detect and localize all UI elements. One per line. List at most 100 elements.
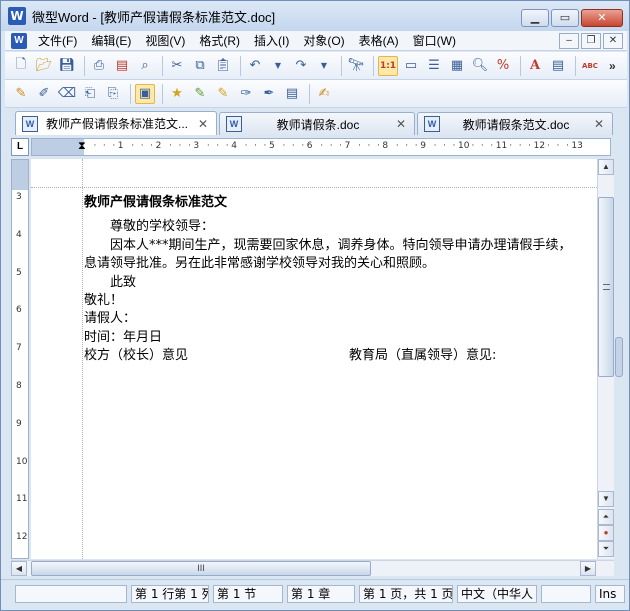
previous-page-button[interactable]: ⏶ <box>598 509 614 525</box>
page-layout-button[interactable]: ▭ <box>401 56 421 76</box>
menu-file[interactable]: 文件(F) <box>31 31 84 51</box>
edit-mode-button[interactable]: ✎ <box>11 84 31 104</box>
web-view-button[interactable]: ▦ <box>447 56 467 76</box>
tab-close-icon[interactable]: ✕ <box>196 117 210 131</box>
new-document-button[interactable]: 🗋 <box>11 56 31 76</box>
menu-edit[interactable]: 编辑(E) <box>84 31 138 51</box>
scroll-left-button[interactable]: ◀ <box>11 561 27 576</box>
ruler-tick: · <box>320 141 324 151</box>
scroll-up-button[interactable]: ▲ <box>598 159 614 175</box>
vertical-ruler[interactable]: 3 4 5 6 7 8 9 10 11 12 <box>11 159 29 559</box>
macro-button[interactable]: ▣ <box>135 83 155 104</box>
maximize-button[interactable]: ▭ <box>551 9 579 27</box>
close-button[interactable]: ✕ <box>581 9 623 27</box>
magnifier-button[interactable]: 🔍︎ <box>470 56 490 76</box>
next-page-button[interactable]: ⏷ <box>598 541 614 557</box>
menu-object[interactable]: 对象(O) <box>296 31 351 51</box>
highlight-icon: ★ <box>171 86 183 101</box>
ruler-tick: · <box>556 141 560 151</box>
review-toolbar: ✎ ✐ ⌫ ⎗ ⎘ ▣ ★ ✎ ✎ ✑ ✒ ▤ ✍ <box>5 80 627 108</box>
outline-view-button[interactable]: ☰ <box>424 56 444 76</box>
horizontal-scrollbar[interactable]: ◀ III ▶ <box>11 560 614 576</box>
merge-document-button[interactable]: ⎘ <box>103 84 123 104</box>
tab-stop-selector[interactable]: L <box>11 138 29 156</box>
find-button[interactable]: 🔭︎ <box>346 56 366 76</box>
accept-change-button[interactable]: ✎ <box>213 84 233 104</box>
toolbar-overflow-button[interactable]: » <box>609 59 616 73</box>
font-color-button[interactable]: A <box>525 56 545 76</box>
horizontal-scroll-thumb[interactable]: III <box>31 561 371 576</box>
redo-button[interactable]: ↷ <box>291 56 311 76</box>
redo-dropdown[interactable]: ▼ <box>314 56 334 76</box>
mail-merge-icon: ⎗ <box>84 86 96 101</box>
menu-window[interactable]: 窗口(W) <box>406 31 463 51</box>
ruler-number: 7 <box>344 141 351 151</box>
menu-format[interactable]: 格式(R) <box>192 31 247 51</box>
browse-object-button[interactable]: ● <box>598 525 614 541</box>
copy-button[interactable]: ⧉ <box>190 56 210 76</box>
scroll-grip-icon <box>603 284 610 290</box>
vertical-scroll-thumb[interactable] <box>598 197 614 377</box>
document-body[interactable]: 教师产假请假条标准范文 尊敬的学校领导： 因本人***期间生产，现需要回家休息，… <box>84 194 597 366</box>
doc-restore-button[interactable]: ❐ <box>581 33 601 49</box>
tab-close-icon[interactable]: ✕ <box>394 117 408 131</box>
menu-view[interactable]: 视图(V) <box>138 31 192 51</box>
open-button[interactable]: 📂︎ <box>34 56 54 76</box>
print-button[interactable]: ⎙ <box>89 56 109 76</box>
ruler-tick: · <box>254 141 257 151</box>
document-menu-icon[interactable]: W <box>11 32 27 49</box>
doc-close-button[interactable]: ✕ <box>603 33 623 49</box>
vertical-scrollbar[interactable]: ▲ ▼ ⏶ ● ⏷ <box>597 159 614 559</box>
indent-marker-icon[interactable]: ⧗ <box>78 139 86 153</box>
undo-button[interactable]: ↶ <box>245 56 265 76</box>
tab-document-3[interactable]: W 教师请假条范文.doc ✕ <box>417 112 613 135</box>
compare-button[interactable]: ✒ <box>259 84 279 104</box>
delete-field-button[interactable]: ⌫ <box>57 84 77 104</box>
scroll-down-button[interactable]: ▼ <box>598 491 614 507</box>
tab-document-1[interactable]: W 教师产假请假条标准范文... ✕ <box>15 111 217 135</box>
pdf-export-button[interactable]: ▤ <box>112 56 132 76</box>
print-preview-button[interactable]: ⌕ <box>135 56 155 76</box>
highlight-button[interactable]: ★ <box>167 84 187 104</box>
copy-icon: ⧉ <box>195 58 205 73</box>
ruler-tick: · <box>490 141 494 151</box>
insert-field-button[interactable]: ✐ <box>34 84 54 104</box>
track-changes-button[interactable]: ✎ <box>190 84 210 104</box>
word-app-icon: W <box>8 7 26 25</box>
menu-insert[interactable]: 插入(I) <box>247 31 296 51</box>
undo-dropdown[interactable]: ▼ <box>268 56 288 76</box>
merge-document-icon: ⎘ <box>107 86 119 101</box>
document-editor[interactable]: 教师产假请假条标准范文 尊敬的学校领导： 因本人***期间生产，现需要回家休息，… <box>31 159 597 559</box>
page-layout-icon: ▭ <box>404 58 418 73</box>
tab-close-icon[interactable]: ✕ <box>592 117 606 131</box>
spellcheck-button[interactable]: ABC <box>580 56 600 76</box>
chevron-right-icon: ▶ <box>584 564 592 573</box>
horizontal-ruler[interactable]: ⧗ 1 · · · 2 · · · 3 · · · 4 · · · 5 · · · 6 · · · 7 · · · 8 · · · 9 · · · 10… <box>31 138 611 156</box>
title-bar: W 微型Word - [教师产假请假条标准范文.doc] ▁ ▭ ✕ <box>1 1 629 31</box>
paste-button[interactable]: 📋︎ <box>213 56 233 76</box>
tab-label: 教师请假条.doc <box>276 117 360 132</box>
mail-merge-button[interactable]: ⎗ <box>80 84 100 104</box>
minimize-button[interactable]: ▁ <box>521 9 549 27</box>
status-insert-mode[interactable]: Ins <box>595 585 625 603</box>
cut-button[interactable]: ✂ <box>167 56 187 76</box>
menu-table[interactable]: 表格(A) <box>352 31 406 51</box>
scroll-right-button[interactable]: ▶ <box>580 561 596 576</box>
paragraph-format-button[interactable]: ▤ <box>548 56 568 76</box>
toolbar-separator <box>162 83 163 104</box>
save-button[interactable]: 💾︎ <box>57 56 77 76</box>
tab-document-2[interactable]: W 教师请假条.doc ✕ <box>219 112 415 135</box>
reject-change-button[interactable]: ✑ <box>236 84 256 104</box>
signature-icon: ✍ <box>318 86 330 101</box>
zoom-percent-button[interactable]: % <box>493 56 513 76</box>
doc-minimize-button[interactable]: – <box>559 33 579 49</box>
ruler-number: 4 <box>16 229 22 240</box>
zoom-actual-size-button[interactable]: 1:1 <box>378 55 398 76</box>
ruler-margin-shade <box>12 160 28 190</box>
reject-change-icon: ✑ <box>240 86 252 101</box>
side-panel-handle[interactable] <box>615 337 623 377</box>
ruler-number: 10 <box>16 456 28 467</box>
review-pane-button[interactable]: ▤ <box>282 84 302 104</box>
track-changes-icon: ✎ <box>194 86 206 101</box>
signature-button[interactable]: ✍ <box>314 84 334 104</box>
